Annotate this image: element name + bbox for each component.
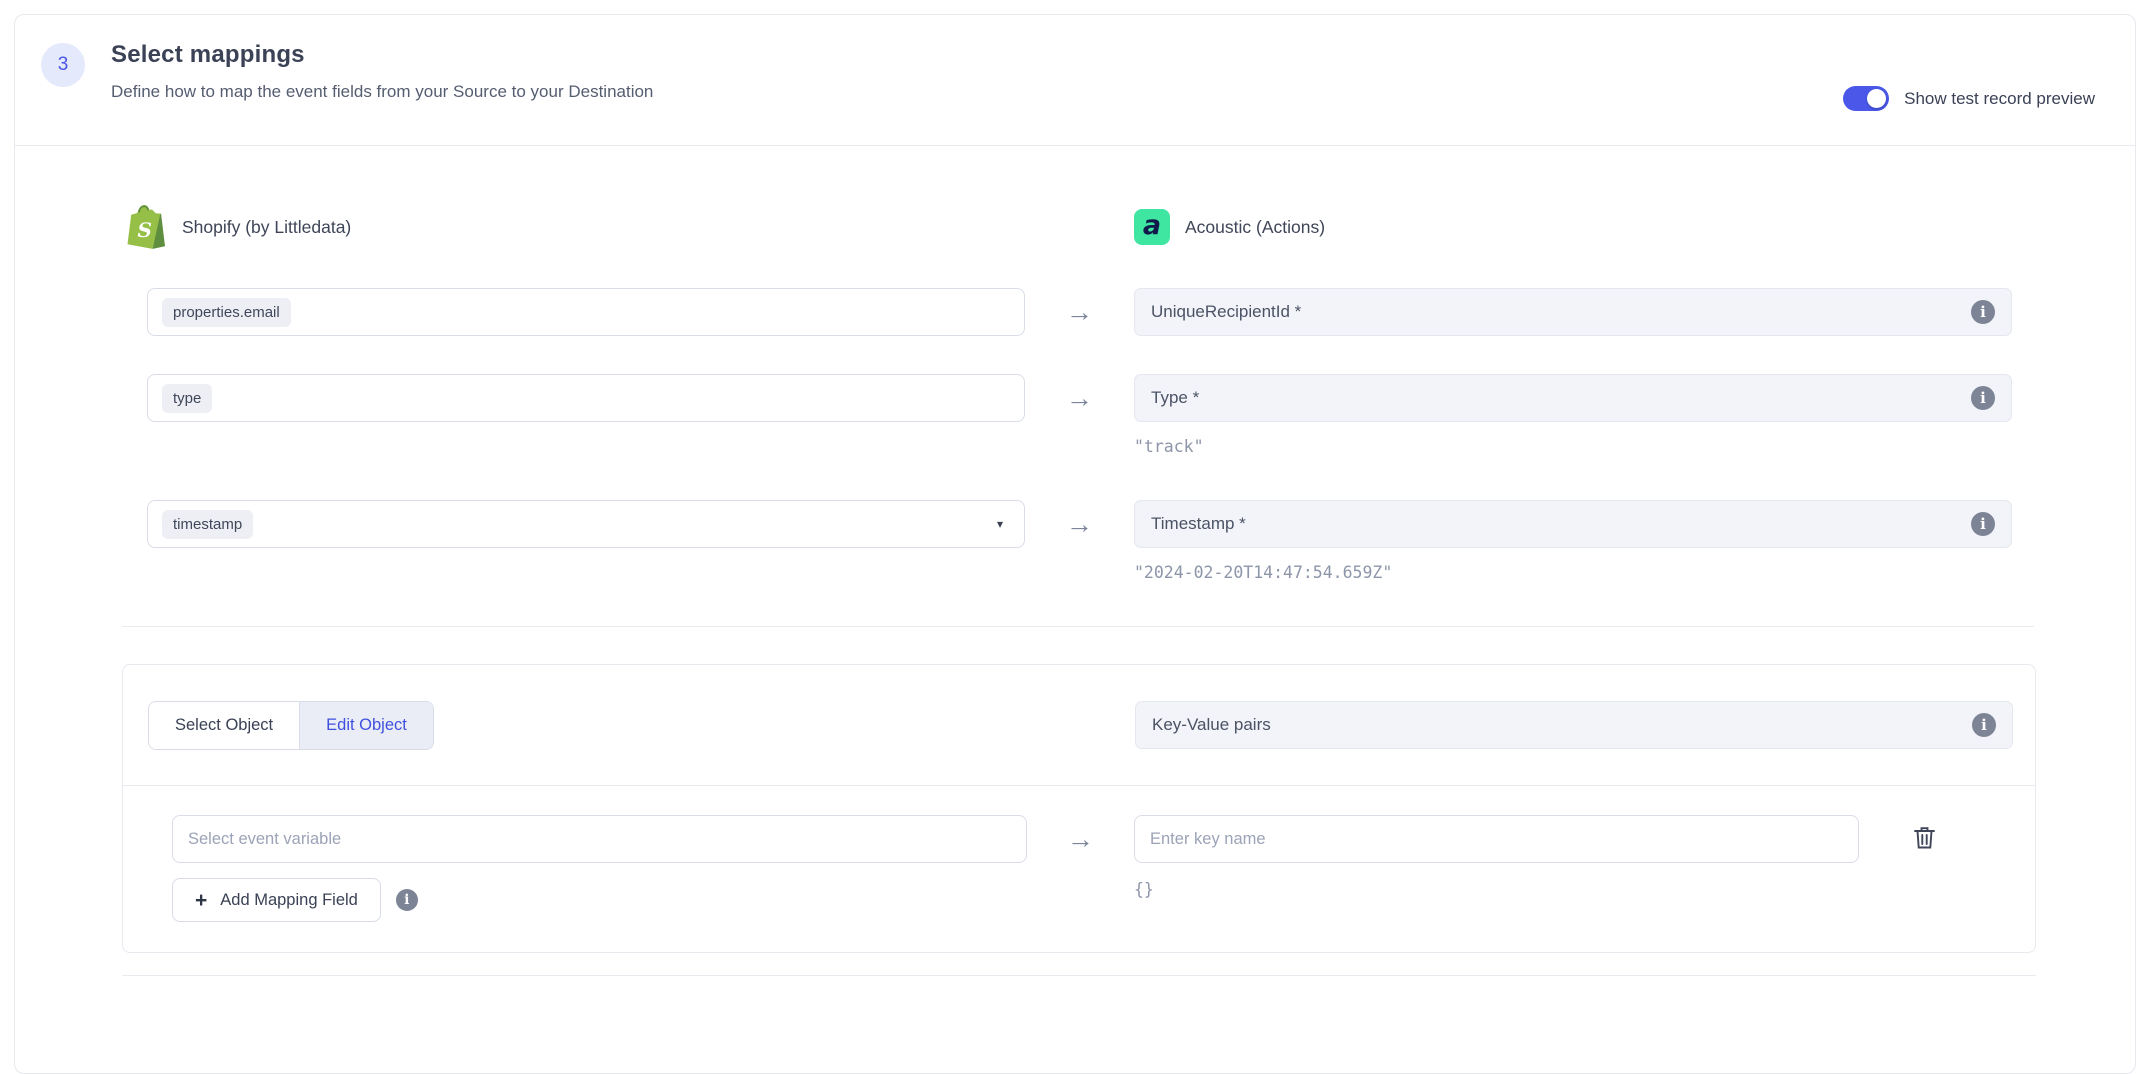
destination-field-label: UniqueRecipientId *	[1151, 302, 1301, 322]
destination-field-cell: Key-Value pairs i	[1135, 701, 2013, 749]
test-record-preview-toggle-group: Show test record preview	[1843, 86, 2095, 111]
shopify-bag-icon: S	[126, 204, 167, 250]
mapping-arrow-icon: →	[1025, 297, 1134, 328]
destination-field: UniqueRecipientId * i	[1134, 288, 2012, 336]
mapping-arrow-icon: →	[1025, 383, 1134, 414]
destination-field-cell: UniqueRecipientId * i	[1134, 288, 2012, 336]
destination-field-label: Key-Value pairs	[1152, 715, 1271, 735]
destination-field: Key-Value pairs i	[1135, 701, 2013, 749]
key-value-row: + Add Mapping Field i →	[123, 786, 2035, 952]
info-icon[interactable]: i	[1971, 300, 1995, 324]
step-number: 3	[58, 54, 69, 76]
destination-field-label: Timestamp *	[1151, 514, 1246, 534]
source-field-dropdown[interactable]: timestamp ▾	[147, 500, 1025, 548]
toggle-label: Show test record preview	[1904, 89, 2095, 109]
source-field-chip[interactable]: type	[162, 384, 212, 413]
acoustic-a-icon: a	[1134, 209, 1170, 245]
object-mapping-header-row: Select Object Edit Object Key-Value pair…	[123, 665, 2035, 785]
destination-field-cell: Timestamp * i	[1134, 500, 2012, 548]
card-header: 3 Select mappings Define how to map the …	[15, 15, 2135, 146]
object-mapping-card: Select Object Edit Object Key-Value pair…	[122, 664, 2036, 953]
destination-endpoint: a Acoustic (Actions)	[1134, 209, 1325, 245]
add-mapping-field-button[interactable]: + Add Mapping Field	[172, 878, 381, 922]
toggle-knob	[1867, 89, 1886, 108]
mapping-row: properties.email → UniqueRecipientId * i	[122, 288, 2034, 336]
chevron-down-icon[interactable]: ▾	[997, 517, 1003, 531]
mappings-content: S Shopify (by Littledata) a Acoustic (Ac…	[15, 204, 2135, 976]
source-field-cell: type	[147, 374, 1025, 422]
info-icon[interactable]: i	[1971, 386, 1995, 410]
destination-field-cell: Type * i	[1134, 374, 2012, 422]
test-record-preview-value: "2024-02-20T14:47:54.659Z"	[122, 563, 2034, 582]
add-mapping-row: + Add Mapping Field i	[172, 878, 1027, 922]
mapping-row: timestamp ▾ → Timestamp * i	[122, 500, 2034, 548]
mapping-arrow-icon: →	[1027, 815, 1134, 855]
destination-name: Acoustic (Actions)	[1185, 217, 1325, 238]
source-name: Shopify (by Littledata)	[182, 217, 351, 238]
add-mapping-field-label: Add Mapping Field	[220, 891, 358, 910]
header-text: Select mappings Define how to map the ev…	[111, 41, 653, 102]
source-field-input[interactable]: properties.email	[147, 288, 1025, 336]
section-divider	[122, 975, 2036, 976]
source-endpoint: S Shopify (by Littledata)	[122, 204, 1134, 250]
section-divider	[122, 626, 2034, 627]
mapping-row: type → Type * i	[122, 374, 2034, 422]
destination-field: Type * i	[1134, 374, 2012, 422]
source-field-input[interactable]: type	[147, 374, 1025, 422]
event-variable-input[interactable]	[172, 815, 1027, 863]
page-title: Select mappings	[111, 41, 653, 69]
test-record-preview-value: "track"	[122, 437, 2034, 456]
svg-text:S: S	[138, 218, 152, 242]
info-icon[interactable]: i	[1971, 512, 1995, 536]
select-mappings-card: 3 Select mappings Define how to map the …	[14, 14, 2136, 1074]
source-field-cell: properties.email	[147, 288, 1025, 336]
acoustic-letter: a	[1143, 212, 1161, 239]
step-number-badge: 3	[41, 43, 85, 87]
source-field-chip[interactable]: properties.email	[162, 298, 291, 327]
destination-field-label: Type *	[1151, 388, 1199, 408]
mapping-arrow-icon: →	[1025, 509, 1134, 540]
source-field-chip[interactable]: timestamp	[162, 510, 253, 539]
page-subtitle: Define how to map the event fields from …	[111, 82, 653, 102]
key-value-source-column: + Add Mapping Field i	[172, 815, 1027, 922]
destination-field: Timestamp * i	[1134, 500, 2012, 548]
key-name-input[interactable]	[1134, 815, 1859, 863]
tab-select-object[interactable]: Select Object	[149, 702, 299, 749]
test-record-preview-value: {}	[1134, 880, 2013, 899]
show-test-record-preview-toggle[interactable]	[1843, 86, 1889, 111]
delete-row-button[interactable]	[1909, 821, 1940, 857]
endpoints-row: S Shopify (by Littledata) a Acoustic (Ac…	[122, 204, 2034, 250]
info-icon[interactable]: i	[396, 889, 418, 911]
key-value-dest-column: {}	[1134, 815, 2013, 899]
tab-edit-object[interactable]: Edit Object	[299, 702, 433, 749]
trash-icon	[1913, 825, 1936, 850]
plus-icon: +	[195, 890, 207, 911]
object-mode-tabs: Select Object Edit Object	[148, 701, 434, 750]
info-icon[interactable]: i	[1972, 713, 1996, 737]
key-name-row	[1134, 815, 2013, 863]
source-field-cell: timestamp ▾	[147, 500, 1025, 548]
